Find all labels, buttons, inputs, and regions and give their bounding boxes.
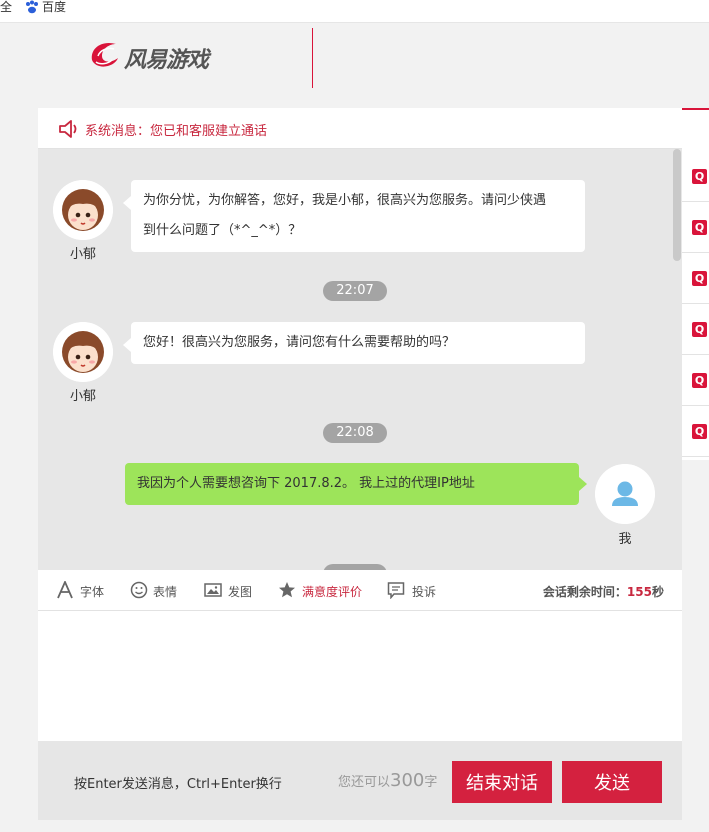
logo-text: 风易游戏: [124, 48, 209, 73]
char-count: 300: [390, 770, 425, 791]
logo-swirl-icon: [91, 42, 118, 67]
bookmark-item[interactable]: 全: [0, 0, 12, 14]
font-tool[interactable]: 字体: [56, 570, 108, 610]
question-item[interactable]: Q: [682, 253, 709, 304]
message-bubble: 您好！很高兴为您服务，请问您有什么需要帮助的吗？: [123, 322, 585, 364]
header: 风易游戏: [0, 23, 709, 108]
font-label: 字体: [80, 585, 105, 599]
rating-tool[interactable]: 满意度评价: [278, 570, 368, 610]
sender-name: 我: [618, 532, 632, 547]
complaint-icon: [387, 582, 405, 599]
agent-avatar: [53, 322, 113, 382]
emoji-label: 表情: [153, 585, 178, 599]
scroll-thumb[interactable]: [673, 149, 681, 261]
font-icon: [57, 581, 73, 599]
char-remaining: 您还可以300字: [338, 770, 438, 791]
timer-value: 155: [626, 585, 652, 599]
chat-toolbar: 字体 表情 发图 满意度评价 投诉 会话剩余时间：155秒: [38, 570, 682, 611]
image-tool[interactable]: 发图: [204, 570, 256, 610]
message-text: 到什么问题了（*^_^*）？: [143, 223, 302, 238]
sender-name: 小郁: [69, 389, 96, 404]
agent-avatar: [53, 180, 113, 240]
chat-window: 系统消息：您已和客服建立通话 小郁 为你分忧，为你解答，您好，我是小郁，很高兴为…: [38, 108, 682, 820]
system-message: 系统消息：您已和客服建立通话: [85, 124, 268, 139]
image-icon: [204, 583, 222, 597]
question-badge-icon: Q: [692, 373, 707, 388]
system-message-bar: 系统消息：您已和客服建立通话: [38, 108, 682, 149]
send-button[interactable]: 发送: [562, 761, 662, 803]
question-badge-icon: Q: [692, 271, 707, 286]
complaint-label: 投诉: [412, 585, 437, 599]
speaker-icon: [58, 119, 80, 139]
emoji-tool[interactable]: 表情: [130, 570, 182, 610]
message-text: 您好！很高兴为您服务，请问您有什么需要帮助的吗？: [143, 335, 456, 350]
rating-label: 满意度评价: [302, 585, 363, 599]
question-item[interactable]: Q: [682, 151, 709, 202]
header-divider: [312, 28, 313, 88]
message-list[interactable]: 小郁 为你分忧，为你解答，您好，我是小郁，很高兴为您服务。请问少侠遇 到什么问题…: [38, 149, 682, 570]
complaint-tool[interactable]: 投诉: [387, 570, 439, 610]
question-item[interactable]: Q: [682, 355, 709, 406]
question-item[interactable]: Q: [682, 406, 709, 457]
sender-name: 小郁: [69, 247, 96, 262]
baidu-paw-icon: [24, 0, 40, 14]
end-chat-button[interactable]: 结束对话: [452, 761, 552, 803]
user-avatar: [595, 464, 655, 524]
question-badge-icon: Q: [692, 424, 707, 439]
session-timer: 会话剩余时间：155秒: [542, 585, 664, 599]
logo[interactable]: 风易游戏: [88, 38, 228, 78]
bottom-bar: 按Enter发送消息，Ctrl+Enter换行 您还可以300字 结束对话 发送: [38, 741, 682, 820]
timestamp: 22:07: [323, 281, 387, 301]
question-badge-icon: Q: [692, 322, 707, 337]
question-badge-icon: Q: [692, 169, 707, 184]
bookmarks-bar: 全 百度: [0, 0, 709, 23]
right-panel: Q Q Q Q Q Q: [682, 108, 709, 460]
question-item[interactable]: Q: [682, 304, 709, 355]
send-hint: 按Enter发送消息，Ctrl+Enter换行: [74, 777, 282, 792]
star-icon: [279, 582, 295, 598]
image-label: 发图: [228, 585, 253, 599]
scrollbar[interactable]: [672, 149, 682, 570]
question-badge-icon: Q: [692, 220, 707, 235]
message-bubble: 为你分忧，为你解答，您好，我是小郁，很高兴为您服务。请问少侠遇 到什么问题了（*…: [123, 180, 585, 252]
smiley-icon: [130, 581, 148, 599]
my-message-bubble: 我因为个人需要想咨询下 2017.8.2。 我上过的代理IP地址: [125, 463, 587, 505]
message-text: 为你分忧，为你解答，您好，我是小郁，很高兴为您服务。请问少侠遇: [143, 193, 547, 208]
question-item[interactable]: Q: [682, 202, 709, 253]
message-text: 我因为个人需要想咨询下 2017.8.2。 我上过的代理IP地址: [137, 476, 475, 491]
message-input[interactable]: [38, 611, 682, 741]
bookmark-baidu[interactable]: 百度: [42, 0, 66, 14]
timestamp: 22:08: [323, 423, 387, 443]
